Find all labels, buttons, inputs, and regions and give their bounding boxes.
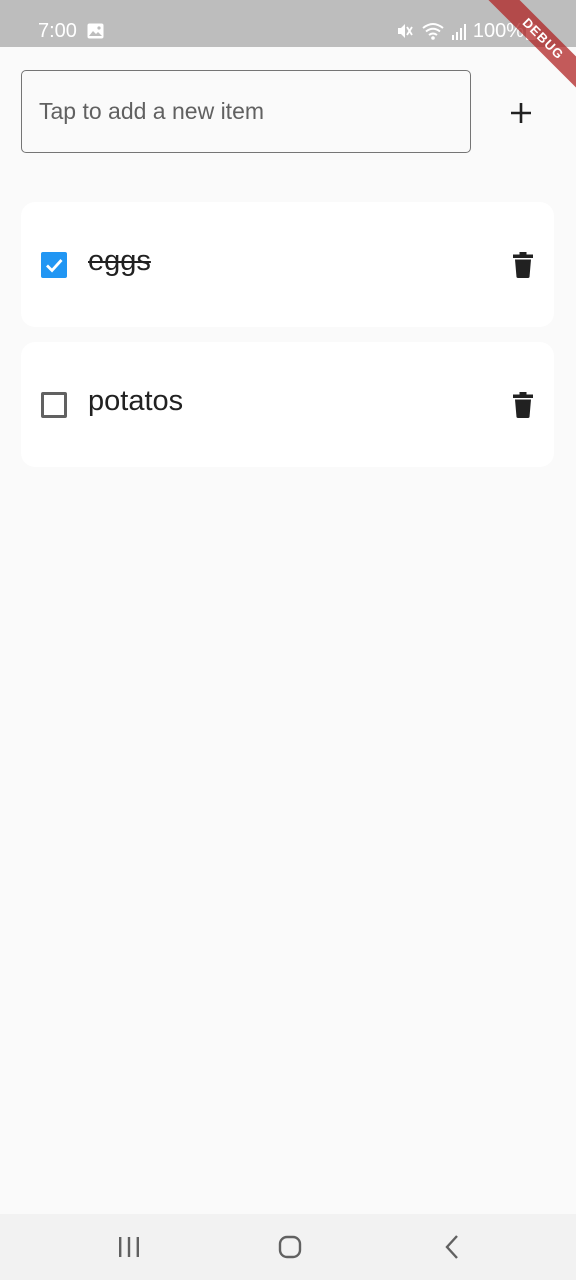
add-item-button[interactable] [496, 88, 546, 138]
plus-icon [511, 103, 531, 123]
back-icon [445, 1235, 458, 1259]
recents-icon [119, 1237, 139, 1257]
mute-icon [397, 24, 413, 38]
item-label: eggs [88, 245, 151, 277]
check-icon [46, 259, 63, 273]
status-icons: 100% [395, 19, 524, 43]
item-label: potatos [88, 385, 184, 417]
list-item: potatos [21, 342, 554, 467]
item-checkbox[interactable] [41, 252, 67, 278]
item-checkbox[interactable] [41, 392, 67, 418]
back-button[interactable] [432, 1230, 472, 1264]
delete-item-button[interactable] [505, 387, 541, 423]
trash-icon [513, 252, 533, 278]
navigation-bar [0, 1214, 576, 1280]
trash-icon [513, 392, 533, 418]
new-item-input[interactable] [21, 70, 471, 153]
list-item: eggs [21, 202, 554, 327]
signal-icon [451, 24, 466, 40]
home-icon [278, 1235, 302, 1259]
wifi-icon [422, 23, 444, 40]
home-button[interactable] [270, 1230, 310, 1264]
gallery-icon [87, 23, 104, 39]
status-time: 7:00 [38, 20, 77, 42]
recents-button[interactable] [109, 1230, 149, 1264]
status-bar: 7:00 100% [0, 0, 576, 47]
delete-item-button[interactable] [505, 247, 541, 283]
